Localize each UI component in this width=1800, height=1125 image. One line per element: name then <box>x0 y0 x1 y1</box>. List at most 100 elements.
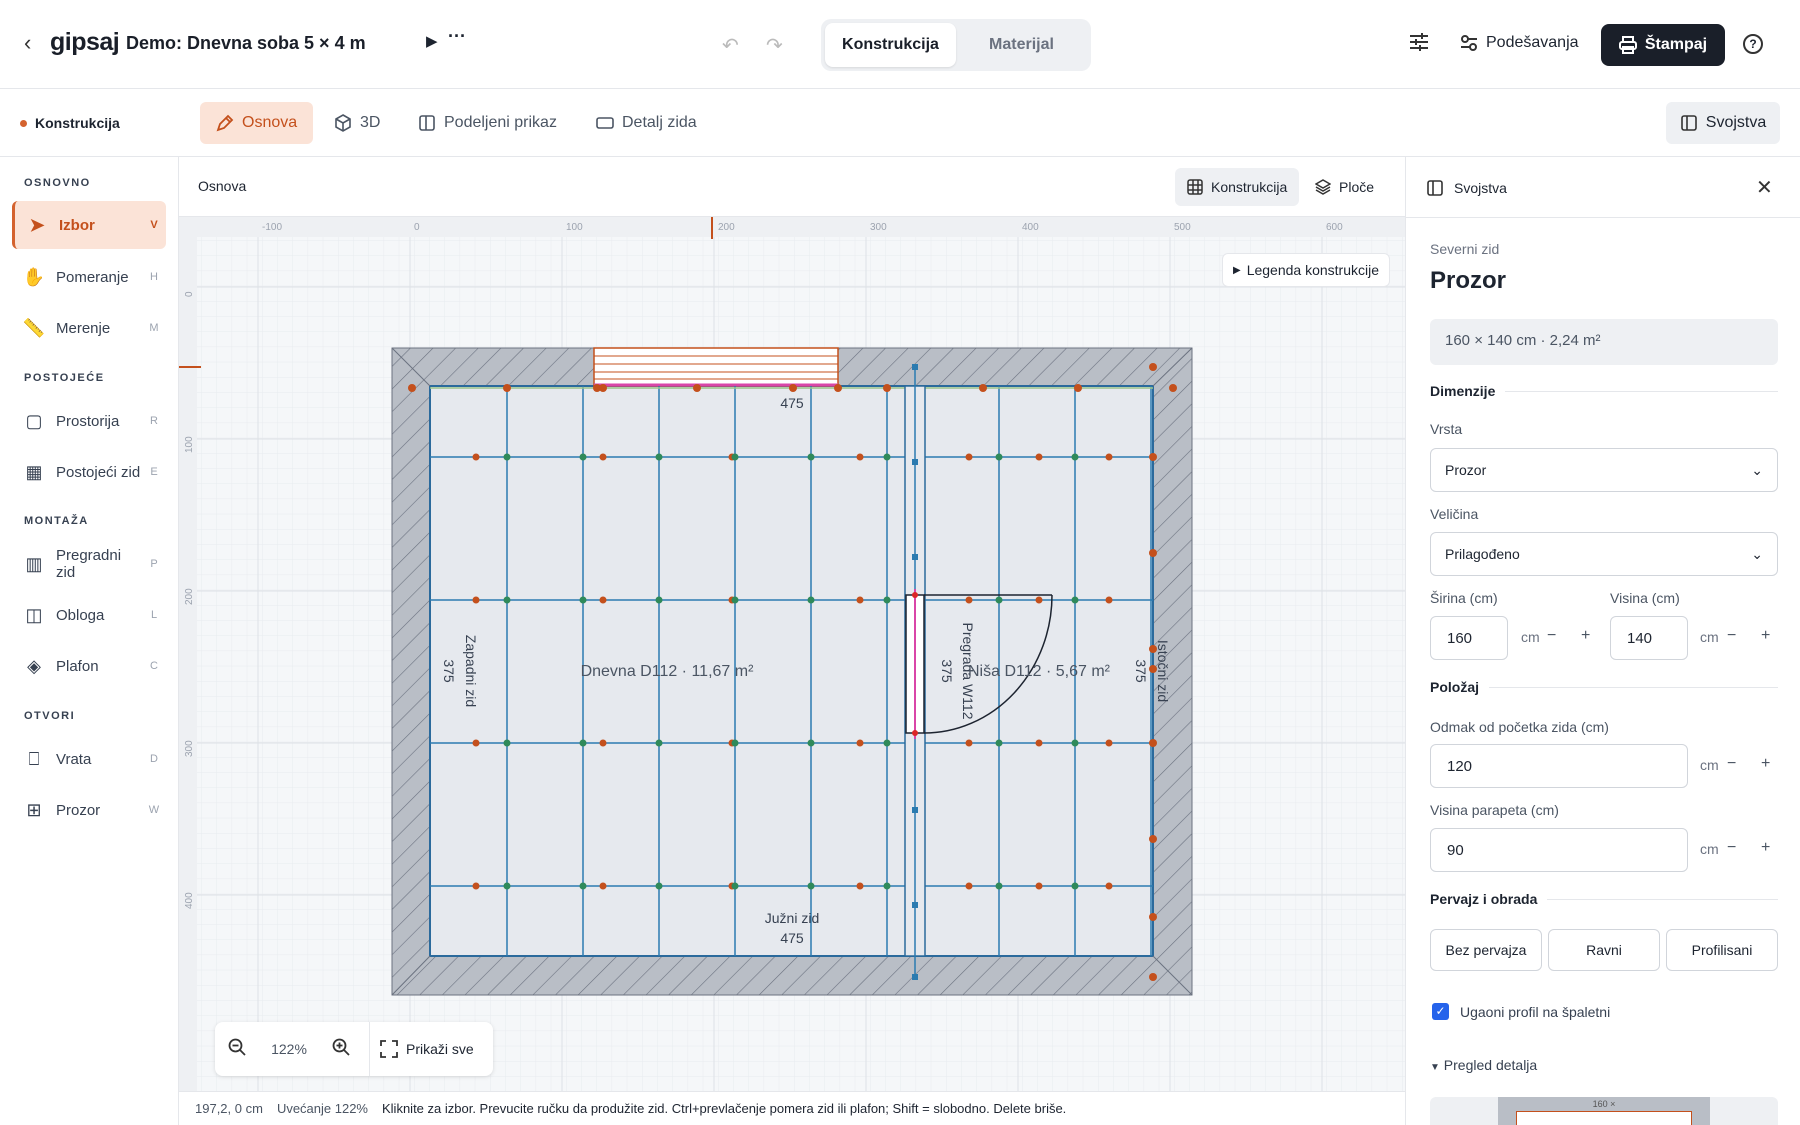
status-hint: Kliknite za izbor. Prevucite ručku da pr… <box>382 1101 1067 1116</box>
panel-title-label: Svojstva <box>1454 180 1507 196</box>
undo-icon[interactable]: ↶ <box>722 33 739 58</box>
settings-button[interactable]: Podešavanja <box>1460 34 1579 52</box>
zoom-level: 122% <box>271 1041 307 1057</box>
room-label-dnevna[interactable]: Dnevna D112 · 11,67 m² <box>581 663 755 680</box>
tab-split-view[interactable]: Podeljeni prikaz <box>402 102 573 144</box>
tool-label: Plafon <box>56 657 99 675</box>
printer-icon <box>1618 36 1637 54</box>
fit-all-button[interactable]: Prikaži sve <box>376 1040 474 1058</box>
breadcrumb: Konstrukcija <box>20 115 120 131</box>
tool-label: Prozor <box>56 801 101 819</box>
canvas-header: Osnova Konstrukcija Ploče <box>179 157 1405 217</box>
corner-profile-label: Ugaoni profil na špaletni <box>1460 1004 1611 1020</box>
layers-icon <box>1315 179 1331 195</box>
tool-vrata[interactable]: ⎕ Vrata D <box>12 735 166 783</box>
project-title[interactable]: Demo: Dnevna soba 5 × 4 m <box>126 33 366 54</box>
east-wall-length: 375 <box>1133 659 1149 683</box>
legend-toggle[interactable]: ▶ Legenda konstrukcije <box>1222 253 1391 287</box>
ruler-x-label: 400 <box>1022 222 1039 233</box>
help-icon[interactable]: ? <box>1743 34 1763 54</box>
play-icon[interactable]: ▶ <box>426 32 438 50</box>
width-input[interactable]: 160 <box>1430 616 1508 660</box>
corner-profile-checkbox[interactable]: ✓ <box>1432 1003 1449 1020</box>
tool-label: Vrata <box>56 750 92 768</box>
settings-label: Podešavanja <box>1486 34 1579 51</box>
tab-3d[interactable]: 3D <box>318 102 396 144</box>
tool-prostorija[interactable]: ▢ Prostorija R <box>12 397 166 445</box>
plan-canvas[interactable]: Osnova Konstrukcija Ploče -100 0 100 200… <box>179 157 1405 1125</box>
layer-ploce[interactable]: Ploče <box>1303 168 1386 206</box>
tool-prozor[interactable]: ⊞ Prozor W <box>12 786 166 834</box>
caret-down-icon: ▼ <box>1430 1062 1440 1073</box>
decrement-button[interactable]: − <box>1727 627 1736 645</box>
sliders-icon[interactable] <box>1408 31 1430 59</box>
west-wall-length: 375 <box>441 659 457 683</box>
fit-all-label: Prikaži sve <box>406 1041 474 1057</box>
trim-flat-button[interactable]: Ravni <box>1548 929 1660 971</box>
redo-icon[interactable]: ↷ <box>766 33 783 58</box>
west-wall-name: Zapadni zid <box>463 635 479 707</box>
increment-button[interactable]: + <box>1761 755 1770 773</box>
zoom-in-icon[interactable] <box>319 1038 363 1061</box>
shortcut-key: R <box>150 415 158 427</box>
section-title: OSNOVNO <box>24 177 91 189</box>
ruler-x-label: -100 <box>262 222 282 233</box>
canvas-title: Osnova <box>198 178 247 194</box>
increment-button[interactable]: + <box>1761 839 1770 857</box>
tool-pomeranje[interactable]: ✋ Pomeranje H <box>12 253 166 301</box>
tool-plafon[interactable]: ◈ Plafon C <box>12 642 166 690</box>
settings-icon <box>1461 35 1477 51</box>
cursor-icon: ➤ <box>29 214 45 235</box>
tool-label: Pomeranje <box>56 268 129 286</box>
section-position: Položaj <box>1430 679 1778 695</box>
chevron-down-icon: ⌄ <box>1751 545 1763 562</box>
more-icon[interactable]: ··· <box>448 26 466 47</box>
zoom-out-icon[interactable] <box>215 1038 259 1061</box>
floor-plan[interactable]: -100 0 100 200 300 400 500 600 0 100 200… <box>179 217 1405 1091</box>
caret-right-icon: ▶ <box>1233 264 1241 276</box>
tab-wall-detail[interactable]: Detalj zida <box>580 102 713 144</box>
east-wall-name: Istočni zid <box>1155 640 1171 702</box>
print-button[interactable]: Štampaj <box>1601 24 1725 66</box>
tool-merenje[interactable]: 📏 Merenje M <box>12 304 166 352</box>
section-dimensions: Dimenzije <box>1430 383 1778 399</box>
chevron-down-icon: ⌄ <box>1751 461 1763 478</box>
shortcut-key: H <box>150 271 158 283</box>
chevron-left-icon[interactable]: ‹ <box>24 30 31 56</box>
tab-konstrukcija[interactable]: Konstrukcija <box>825 23 956 67</box>
ruler-y-label: 400 <box>184 892 195 909</box>
tool-postojeci-zid[interactable]: ▦ Postojeći zid E <box>12 448 166 496</box>
height-input[interactable]: 140 <box>1610 616 1688 660</box>
tool-obloga[interactable]: ◫ Obloga L <box>12 591 166 639</box>
detail-preview-toggle[interactable]: ▼ Pregled detalja <box>1430 1057 1537 1073</box>
close-icon[interactable]: ✕ <box>1756 175 1773 200</box>
layer-konstrukcija[interactable]: Konstrukcija <box>1175 168 1300 206</box>
ruler-y-label: 300 <box>184 740 195 757</box>
tool-izbor[interactable]: ➤ Izbor V <box>12 201 166 249</box>
type-select[interactable]: Prozor ⌄ <box>1430 448 1778 492</box>
trim-profiled-button[interactable]: Profilisani <box>1666 929 1778 971</box>
tab-materijal[interactable]: Materijal <box>956 23 1087 67</box>
ceiling-icon: ◈ <box>27 655 41 676</box>
offset-input[interactable]: 120 <box>1430 744 1688 788</box>
ruler-x-label: 200 <box>718 222 735 233</box>
increment-button[interactable]: + <box>1581 627 1590 645</box>
window-icon: ⊞ <box>26 799 42 820</box>
sill-height-input[interactable]: 90 <box>1430 828 1688 872</box>
size-select[interactable]: Prilagođeno ⌄ <box>1430 532 1778 576</box>
increment-button[interactable]: + <box>1761 627 1770 645</box>
decrement-button[interactable]: − <box>1547 627 1556 645</box>
south-wall-name: Južni zid <box>765 910 819 926</box>
room-label-nisa[interactable]: Niša D112 · 5,67 m² <box>968 663 1111 680</box>
trim-none-button[interactable]: Bez pervajza <box>1430 929 1542 971</box>
decrement-button[interactable]: − <box>1727 839 1736 857</box>
detail-preview-label: Pregled detalja <box>1443 1057 1538 1073</box>
window-north[interactable] <box>593 347 839 387</box>
section-title: MONTAŽA <box>24 515 89 527</box>
properties-toggle-button[interactable]: Svojstva <box>1666 102 1780 144</box>
status-zoom: Uvećanje 122% <box>276 1101 368 1116</box>
ruler-x-label: 100 <box>566 222 583 233</box>
tab-osnova[interactable]: Osnova <box>200 102 314 144</box>
tool-pregradni-zid[interactable]: ▥ Pregradni zid P <box>12 540 166 588</box>
decrement-button[interactable]: − <box>1727 755 1736 773</box>
